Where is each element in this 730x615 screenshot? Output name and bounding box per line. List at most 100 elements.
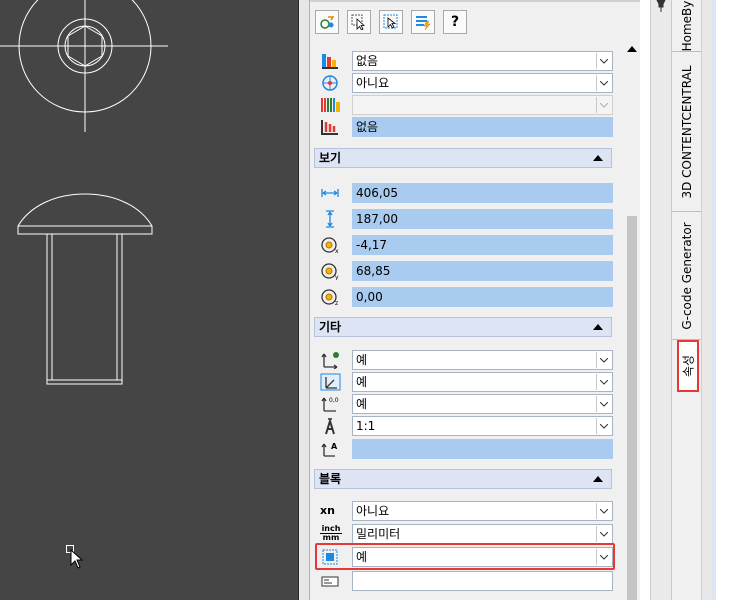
block-unit-dropdown[interactable]: 밀리미터	[352, 524, 613, 544]
tab-properties[interactable]: 속성	[677, 340, 699, 392]
material-dropdown[interactable]: 없음	[352, 51, 613, 71]
chevron-down-icon[interactable]	[596, 53, 611, 69]
scrollbar-thumb[interactable]	[627, 216, 637, 600]
pin-icon[interactable]	[655, 0, 667, 12]
property-row-center-x: x -4,17	[310, 234, 614, 256]
window-edge	[701, 0, 716, 600]
property-row-allow-exploding-scale: xn 아니요	[310, 500, 614, 522]
width-field[interactable]: 406,05	[352, 183, 613, 203]
properties-palette: ? 없음 아니요 없음 보기 406,05 187,00 x -4,17 y 6…	[310, 0, 640, 600]
chevron-down-icon[interactable]	[596, 352, 611, 368]
xn-icon: xn	[320, 504, 335, 517]
center-x-icon: x	[321, 237, 339, 254]
property-row-shadow: 아니요	[310, 72, 614, 94]
chevron-down-icon[interactable]	[596, 503, 611, 519]
panel-divider[interactable]	[298, 0, 310, 600]
properties-list: 없음 아니요 없음 보기 406,05 187,00 x -4,17 y 68,…	[310, 40, 624, 600]
palette-title-bar	[650, 0, 671, 600]
ucs-per-viewport-dropdown[interactable]: 예	[352, 394, 613, 414]
ucs-name-field[interactable]	[352, 439, 613, 459]
block-description-field[interactable]	[352, 571, 613, 591]
quick-calc-button[interactable]	[411, 10, 435, 34]
annotation-scale-dropdown[interactable]: 1:1	[352, 416, 613, 436]
property-row-ucs-per-viewport: 0,0 예	[310, 393, 614, 415]
ucs-at-origin-icon	[320, 373, 341, 391]
ucs-at-origin-dropdown[interactable]: 예	[352, 372, 613, 392]
ucs-icon-on-icon	[321, 352, 339, 369]
width-icon	[321, 189, 339, 197]
center-y-icon: y	[321, 263, 339, 280]
plot-style-table-field[interactable]: 없음	[352, 117, 613, 137]
collapse-icon	[593, 476, 603, 482]
property-row-block-description	[310, 570, 614, 592]
chevron-down-icon[interactable]	[596, 75, 611, 91]
property-row-plot-style	[310, 94, 614, 116]
center-x-field[interactable]: -4,17	[352, 235, 613, 255]
property-row-block-unit: inch mm 밀리미터	[310, 523, 614, 545]
chevron-down-icon[interactable]	[596, 374, 611, 390]
quick-select-button[interactable]	[315, 10, 339, 34]
quick-select-icon	[320, 16, 335, 29]
cad-drawing	[0, 0, 168, 385]
center-y-field[interactable]: 68,85	[352, 261, 613, 281]
collapse-icon	[593, 155, 603, 161]
plot-style-table-icon	[321, 120, 338, 135]
property-row-center-y: y 68,85	[310, 260, 614, 282]
chevron-down-icon[interactable]	[596, 396, 611, 412]
material-icon	[322, 54, 338, 69]
scroll-up-icon[interactable]	[627, 46, 637, 52]
mouse-cursor-icon	[70, 549, 84, 569]
ucs-name-icon: A	[321, 442, 338, 457]
svg-text:A: A	[331, 442, 338, 451]
plot-style-dropdown[interactable]	[352, 95, 613, 115]
uniform-scale-dropdown[interactable]: 아니요	[352, 501, 613, 521]
side-tab-strip: HomeBy 3D CONTENTCENTRAL G-code Generato…	[671, 0, 702, 600]
center-z-field[interactable]: 0,00	[352, 287, 613, 307]
property-row-center-z: z 0,00	[310, 286, 614, 308]
property-row-width: 406,05	[310, 182, 614, 204]
highlight-box	[315, 543, 615, 570]
section-view-header[interactable]: 보기	[314, 148, 612, 168]
property-row-annotation-scale: 1:1	[310, 415, 614, 437]
select-objects-button[interactable]	[347, 10, 371, 34]
property-row-ucs-name: A	[310, 438, 614, 460]
collapse-icon	[593, 324, 603, 330]
annotation-scale-icon	[325, 417, 335, 435]
ucs-per-viewport-icon: 0,0	[321, 397, 339, 412]
chevron-down-icon[interactable]	[596, 418, 611, 434]
svg-text:0,0: 0,0	[329, 397, 339, 404]
svg-text:x: x	[335, 248, 339, 254]
height-field[interactable]: 187,00	[352, 209, 613, 229]
properties-toolbar: ?	[310, 0, 640, 40]
shadow-display-dropdown[interactable]: 아니요	[352, 73, 613, 93]
height-icon	[326, 210, 334, 228]
toggle-pickadd-button[interactable]	[379, 10, 403, 34]
chevron-down-icon[interactable]	[596, 526, 611, 542]
property-row-plot-style-table: 없음	[310, 116, 614, 138]
property-row-material: 없음	[310, 50, 614, 72]
property-row-height: 187,00	[310, 208, 614, 230]
property-row-ucs-at-origin: 예	[310, 371, 614, 393]
tab-homeby[interactable]: HomeBy	[672, 0, 702, 52]
center-z-icon: z	[321, 289, 338, 306]
select-objects-icon	[351, 14, 366, 30]
inch-mm-icon: inch mm	[320, 524, 342, 542]
property-row-ucs-icon-on: 예	[310, 349, 614, 371]
section-block-header[interactable]: 블록	[314, 469, 612, 489]
ucs-icon-on-dropdown[interactable]: 예	[352, 350, 613, 370]
tab-g-code-generator[interactable]: G-code Generator	[672, 212, 702, 340]
quick-calc-icon	[416, 16, 431, 30]
block-description-icon	[321, 576, 339, 587]
svg-text:z: z	[335, 300, 338, 306]
toggle-pickadd-icon	[383, 14, 398, 29]
chevron-down-icon[interactable]	[596, 97, 611, 113]
shadow-display-icon	[322, 75, 338, 91]
section-misc-header[interactable]: 기타	[314, 317, 612, 337]
drawing-canvas[interactable]	[0, 0, 298, 600]
help-icon: ?	[450, 14, 460, 30]
tab-3d-contentcentral[interactable]: 3D CONTENTCENTRAL	[672, 52, 702, 212]
help-button[interactable]: ?	[443, 10, 467, 34]
svg-text:y: y	[335, 274, 339, 280]
plot-style-icon	[321, 98, 340, 112]
properties-scrollbar[interactable]	[624, 40, 640, 600]
